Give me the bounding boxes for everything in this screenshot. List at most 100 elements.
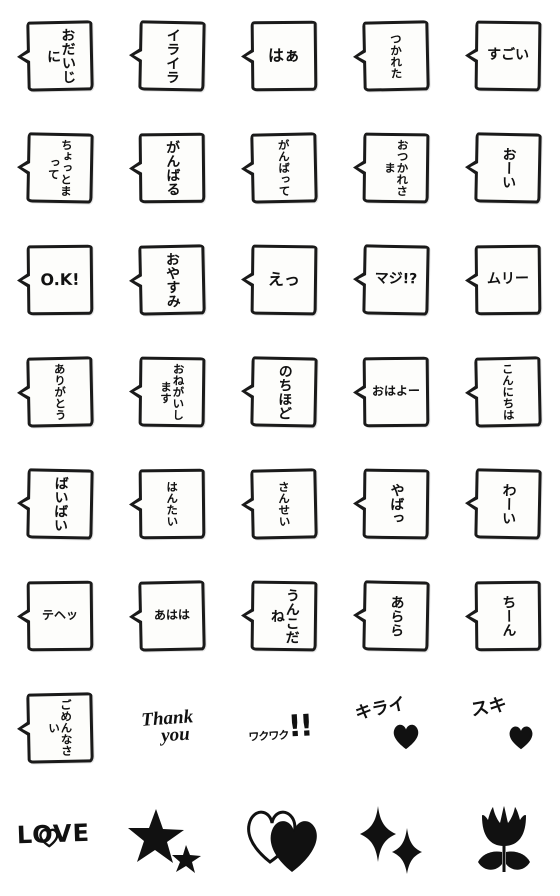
ink-sticker: LOVE [10,794,102,886]
balloon: はんたい [126,462,210,546]
balloon: おーい [462,126,546,210]
balloon: イライラ [126,14,210,98]
two-hearts-icon [247,810,317,872]
sticker-yabaa[interactable]: やばっ [336,448,448,560]
sticker-ganbatte[interactable]: がんばって [224,112,336,224]
sticker-label: がんばる [163,139,181,197]
sticker-label: ムリー [486,270,529,288]
sticker-arigatou[interactable]: ありがとう [0,336,112,448]
balloon: おだいじに [14,14,98,98]
sticker-label: テヘッ [41,608,78,623]
sticker-chiin[interactable]: ちーん [448,560,560,672]
sticker-label: O.K! [39,269,80,290]
sticker-label: おねがいします [158,363,186,421]
ink-sticker: ワクワク!! [234,682,326,774]
sticker-unko-dane[interactable]: うんこだね [224,560,336,672]
balloon: うんこだね [238,574,322,658]
sticker-haa[interactable]: はぁ [224,0,336,112]
sticker-tulip[interactable] [448,784,560,896]
sticker-oyasumi[interactable]: おやすみ [112,224,224,336]
balloon: マジ!? [350,238,434,322]
sticker-thank-you[interactable]: Thank you [112,672,224,784]
ink-sticker: スキ [458,682,550,774]
balloon: わーい [462,462,546,546]
sticker-otsukaresama[interactable]: おつかれさま [336,112,448,224]
balloon: おねがいします [126,350,210,434]
sticker-label: こんにちは [500,363,516,421]
ink-sticker [346,794,438,886]
sticker-ooi[interactable]: おーい [448,112,560,224]
sticker-iraira[interactable]: イライラ [112,0,224,112]
sparkles-icon [360,806,422,874]
balloon: すごい [462,14,546,98]
sticker-label: わーい [499,482,517,526]
sticker-suki-heart[interactable]: スキ [448,672,560,784]
sticker-stars[interactable] [112,784,224,896]
sticker-e[interactable]: えっ [224,224,336,336]
balloon: おやすみ [126,238,210,322]
sticker-label: はぁ [267,45,300,66]
kirai-label: キライ [353,693,408,725]
sticker-label: えっ [267,269,300,290]
sticker-label: ありがとう [52,363,68,421]
balloon: ちーん [462,574,546,658]
sticker-onegaishimasu[interactable]: おねがいします [112,336,224,448]
balloon: がんばって [238,126,322,210]
sticker-label: すごい [486,46,529,64]
sticker-arara[interactable]: あらら [336,560,448,672]
sticker-love[interactable]: LOVE [0,784,112,896]
sticker-label: ごめんなさい [46,698,74,757]
sticker-label: おやすみ [163,251,181,309]
balloon: あはは [126,574,210,658]
balloon: はぁ [238,14,322,98]
sticker-kirai-heart[interactable]: キライ [336,672,448,784]
sticker-label: あはは [153,607,190,623]
sticker-hantai[interactable]: はんたい [112,448,224,560]
sticker-grid: おだいじに イライラ はぁ つかれた すごい ちょっとまって がんばる がんばっ… [0,0,560,896]
sticker-muri[interactable]: ムリー [448,224,560,336]
sticker-sansei[interactable]: さんせい [224,448,336,560]
sticker-ganbaru[interactable]: がんばる [112,112,224,224]
sticker-label: さんせい [276,480,292,528]
balloon: ムリー [462,238,546,322]
tulip-icon [478,806,530,872]
sticker-hearts[interactable] [224,784,336,896]
thank-you-line2: you [160,723,191,747]
sticker-baibai[interactable]: ばいばい [0,448,112,560]
sticker-wai[interactable]: わーい [448,448,560,560]
sticker-ohayo[interactable]: おはよー [336,336,448,448]
sticker-nochihodo[interactable]: のちほど [224,336,336,448]
sticker-odaijini[interactable]: おだいじに [0,0,112,112]
sticker-label: おはよー [371,384,420,399]
sticker-chotto-matte[interactable]: ちょっとまって [0,112,112,224]
sticker-tsukareta[interactable]: つかれた [336,0,448,112]
balloon: おつかれさま [350,126,434,210]
sticker-ahaha[interactable]: あはは [112,560,224,672]
sticker-konnichiwa[interactable]: こんにちは [448,336,560,448]
sticker-sparkles[interactable] [336,784,448,896]
sticker-label: ちーん [499,594,517,638]
ink-sticker [458,794,550,886]
sticker-label: うんこだね [268,587,300,645]
sticker-wakuwaku[interactable]: ワクワク!! [224,672,336,784]
sticker-ok[interactable]: O.K! [0,224,112,336]
balloon: O.K! [14,238,98,322]
sticker-gomennasai[interactable]: ごめんなさい [0,672,112,784]
sticker-label: がんばって [276,139,292,197]
balloon: おはよー [350,350,434,434]
balloon: ばいばい [14,462,98,546]
balloon: がんばる [126,126,210,210]
balloon: さんせい [238,462,322,546]
balloon: あらら [350,574,434,658]
sticker-label: あらら [387,594,405,638]
heart-outline-icon [39,828,59,848]
exclamation-marks: !! [287,708,313,745]
sticker-label: ちょっとまって [46,139,74,198]
sticker-label: のちほど [275,363,293,421]
sticker-maji[interactable]: マジ!? [336,224,448,336]
sticker-label: ばいばい [51,475,69,533]
sticker-sugoi[interactable]: すごい [448,0,560,112]
sticker-tehe[interactable]: テヘッ [0,560,112,672]
sticker-label: おつかれさま [382,139,410,197]
balloon: テヘッ [14,574,98,658]
